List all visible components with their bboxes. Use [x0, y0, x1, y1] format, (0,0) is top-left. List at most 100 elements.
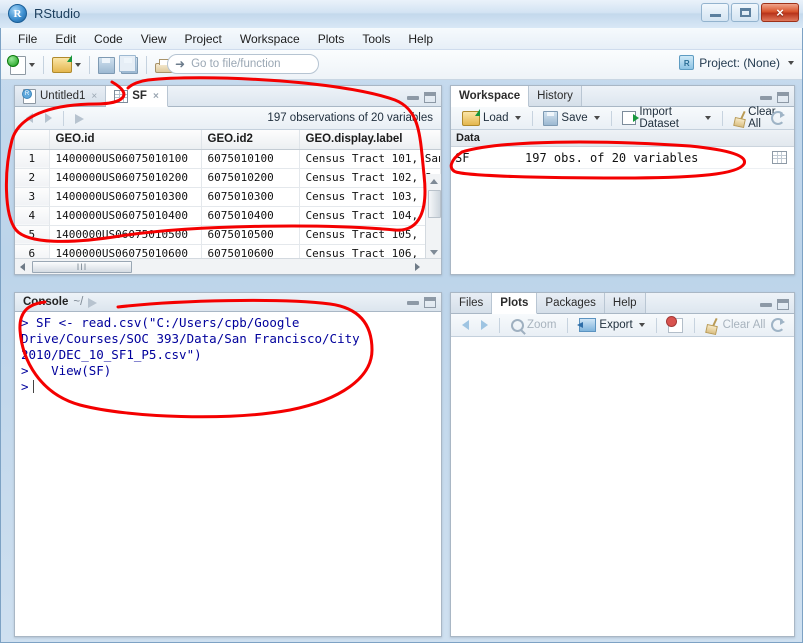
plots-export-label: Export: [599, 319, 633, 331]
plots-clear-button[interactable]: [663, 315, 688, 334]
plots-refresh-button[interactable]: [766, 317, 790, 333]
row-number: 2: [15, 168, 50, 188]
workspace-pane-maximize-icon[interactable]: [777, 92, 789, 103]
chevron-down-icon: [29, 63, 35, 67]
scroll-left-button[interactable]: [15, 260, 30, 274]
close-button[interactable]: ×: [761, 3, 799, 22]
tab-files[interactable]: Files: [451, 293, 493, 313]
plots-forward-button[interactable]: [476, 319, 493, 331]
chevron-down-icon: [638, 323, 645, 327]
cell-geo-id2: 6075010400: [201, 206, 300, 226]
menu-view[interactable]: View: [132, 29, 176, 49]
menu-edit[interactable]: Edit: [46, 29, 85, 49]
tab-workspace-label: Workspace: [459, 90, 521, 102]
import-dataset-button[interactable]: Import Dataset: [617, 105, 715, 131]
table-row: 4 1400000US06075010400 6075010400 Census…: [15, 206, 441, 226]
plots-pane-minimize-icon[interactable]: [760, 302, 772, 307]
vertical-scroll-thumb[interactable]: [428, 190, 441, 218]
menu-tools[interactable]: Tools: [353, 29, 399, 49]
tab-workspace[interactable]: Workspace: [451, 86, 530, 107]
source-popout-button[interactable]: [70, 112, 92, 125]
maximize-button[interactable]: [731, 3, 759, 22]
tab-help[interactable]: Help: [604, 293, 646, 313]
back-arrow-icon: [26, 113, 33, 123]
menu-workspace[interactable]: Workspace: [231, 29, 309, 49]
tab-packages[interactable]: Packages: [537, 293, 605, 313]
source-pane-minimize-icon[interactable]: [407, 95, 419, 100]
plots-pane-controls: [760, 299, 789, 310]
goto-file-input[interactable]: ➜ Go to file/function: [167, 54, 319, 74]
horizontal-scroll-thumb[interactable]: III: [32, 260, 132, 273]
menu-file[interactable]: File: [9, 29, 46, 49]
console-pane-maximize-icon[interactable]: [424, 297, 436, 308]
workspace-object-value: 197 obs. of 20 variables: [525, 150, 699, 165]
tab-plots[interactable]: Plots: [492, 293, 538, 314]
cell-geo-id2: 6075010500: [201, 225, 300, 245]
export-icon: [577, 318, 597, 332]
table-row: 5 1400000US06075010500 6075010500 Census…: [15, 225, 441, 245]
chevron-down-icon: [788, 60, 794, 65]
menu-plots[interactable]: Plots: [309, 29, 354, 49]
col-header-geo-id2[interactable]: GEO.id2: [201, 130, 300, 150]
plots-clear-all-button[interactable]: Clear All: [701, 317, 771, 333]
workspace-pane-minimize-icon[interactable]: [760, 95, 772, 100]
scroll-up-button[interactable]: [426, 174, 441, 188]
menu-code[interactable]: Code: [85, 29, 132, 49]
open-file-button[interactable]: [49, 53, 84, 77]
project-label: Project: (None): [699, 55, 780, 70]
workspace-object-name: SF: [455, 150, 470, 165]
data-grid-horizontal-scrollbar[interactable]: III: [15, 258, 441, 274]
broom-icon: [734, 111, 745, 125]
minimize-button[interactable]: [701, 3, 729, 22]
save-button[interactable]: [95, 53, 118, 77]
console-title: Console: [23, 296, 69, 308]
console-output[interactable]: > SF <- read.csv("C:/Users/cpb/Google Dr…: [15, 312, 441, 636]
workspace-section-data: Data: [451, 130, 794, 147]
scroll-down-button[interactable]: [426, 245, 441, 259]
cell-geo-id: 1400000US06075010200: [49, 168, 202, 188]
menu-project[interactable]: Project: [176, 29, 231, 49]
load-button[interactable]: Load: [457, 108, 526, 127]
workspace-row-sf[interactable]: SF 197 obs. of 20 variables: [451, 147, 794, 169]
workspace-refresh-button[interactable]: [766, 110, 790, 126]
new-file-button[interactable]: [7, 53, 38, 77]
title-bar-left: R RStudio: [8, 4, 80, 23]
project-selector[interactable]: R Project: (None): [679, 55, 794, 70]
plots-export-button[interactable]: Export: [574, 317, 649, 333]
console-pane: Console ~/ > SF <- read.csv("C:/Users/cp…: [14, 292, 442, 637]
save-all-button[interactable]: [118, 53, 141, 77]
cell-geo-display-label: Census Tract 101, San Fri: [299, 149, 441, 169]
menu-help[interactable]: Help: [399, 29, 442, 49]
save-workspace-button[interactable]: Save: [538, 110, 604, 127]
row-number: 4: [15, 206, 50, 226]
window-controls: ×: [701, 3, 799, 22]
main-toolbar: ➜ Go to file/function R Project: (None): [1, 50, 802, 80]
cell-geo-display-label: Census Tract 103, San Fri: [299, 187, 441, 207]
data-grid-vertical-scrollbar[interactable]: [425, 174, 441, 259]
table-row: 1 1400000US06075010100 6075010100 Census…: [15, 149, 441, 169]
triangle-right-icon: [415, 262, 420, 271]
view-table-icon[interactable]: [772, 151, 787, 164]
plots-pane-maximize-icon[interactable]: [777, 299, 789, 310]
tab-untitled1-close-icon[interactable]: ×: [91, 91, 97, 102]
source-forward-button[interactable]: [40, 112, 57, 124]
chevron-down-icon: [704, 116, 711, 120]
plots-zoom-button[interactable]: Zoom: [506, 318, 561, 333]
tab-history[interactable]: History: [529, 86, 582, 106]
import-dataset-label: Import Dataset: [639, 106, 679, 130]
tab-plots-label: Plots: [500, 297, 529, 309]
col-header-geo-id[interactable]: GEO.id: [49, 130, 202, 150]
tab-sf[interactable]: SF ×: [106, 86, 168, 107]
tab-sf-close-icon[interactable]: ×: [153, 91, 159, 102]
source-pane-maximize-icon[interactable]: [424, 92, 436, 103]
col-header-geo-display-label[interactable]: GEO.display.label: [299, 130, 441, 150]
popout-icon[interactable]: [88, 297, 100, 308]
tab-untitled1[interactable]: Untitled1 ×: [15, 86, 107, 106]
triangle-up-icon: [429, 178, 438, 184]
scroll-right-button[interactable]: [410, 260, 425, 274]
console-pane-minimize-icon[interactable]: [407, 300, 419, 305]
source-back-button[interactable]: [21, 112, 38, 124]
triangle-down-icon: [429, 249, 438, 255]
close-icon: ×: [776, 5, 784, 20]
plots-back-button[interactable]: [457, 319, 474, 331]
